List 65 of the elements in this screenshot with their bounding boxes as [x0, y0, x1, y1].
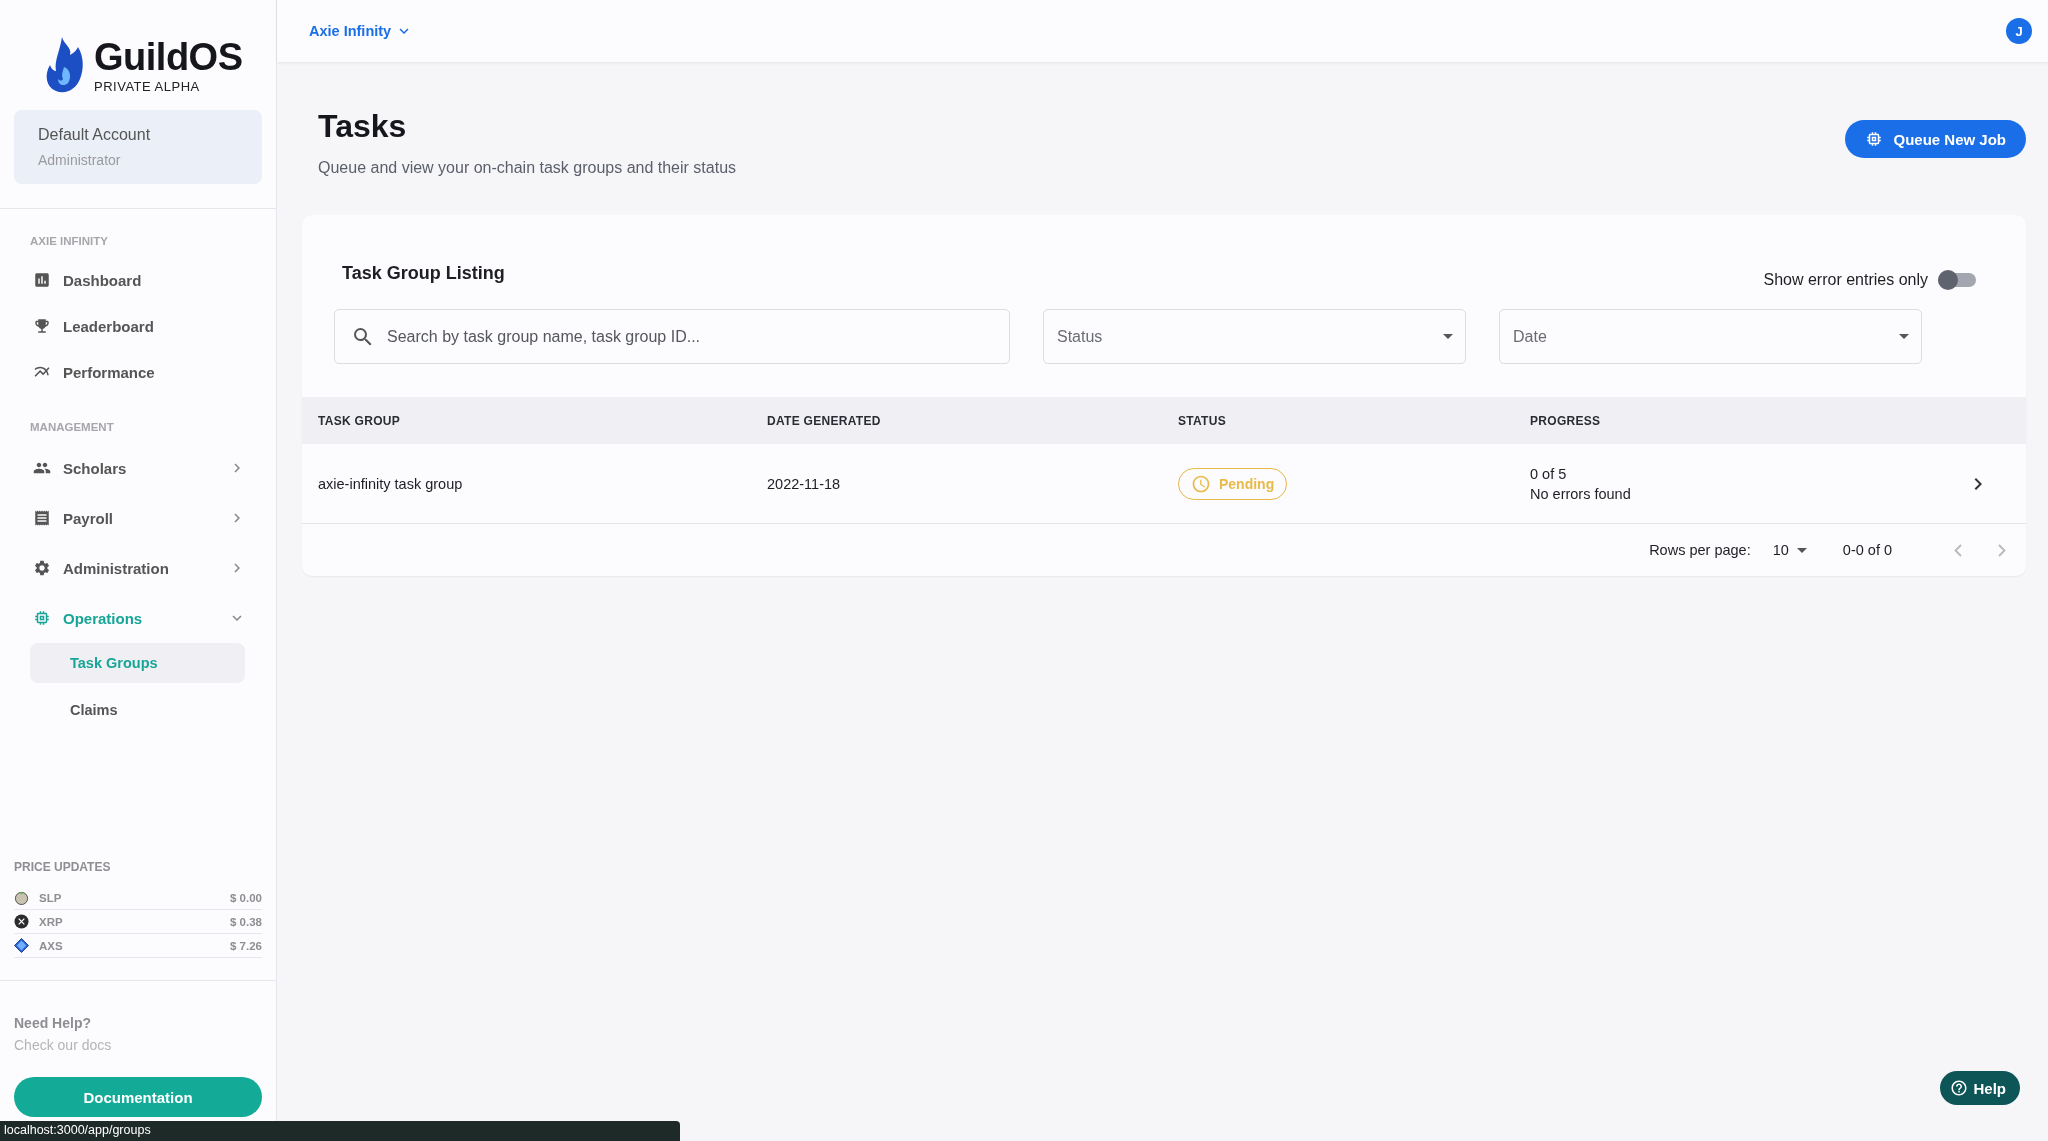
nav-section-title: AXIE INFINITY — [29, 235, 109, 247]
brand-subtitle: PRIVATE ALPHA — [94, 79, 201, 94]
nav-item[interactable]: Leaderboard — [0, 303, 276, 349]
card-title: Task Group Listing — [342, 262, 505, 284]
account-card[interactable]: Default Account Administrator — [14, 110, 262, 184]
rows-per-page-label: Rows per page: — [1649, 542, 1751, 558]
nav-item[interactable]: Dashboard — [0, 257, 276, 303]
price-updates-title: PRICE UPDATES — [13, 860, 112, 874]
nav-subitem[interactable]: Claims — [30, 690, 245, 730]
filter-select[interactable]: Status — [1043, 309, 1466, 364]
column-header: PROGRESS — [1530, 413, 1602, 428]
token-symbol: AXS — [39, 939, 64, 952]
filter-select[interactable]: Date — [1499, 309, 1922, 364]
nav-item[interactable]: Scholars — [0, 443, 276, 493]
help-button[interactable]: Help — [1940, 1071, 2020, 1105]
page-subtitle: Queue and view your on-chain task groups and their status — [318, 159, 737, 177]
flame-logo-icon — [44, 37, 84, 95]
nav-item[interactable]: Payroll — [0, 493, 276, 543]
user-avatar[interactable]: J — [2006, 18, 2032, 44]
account-role: Administrator — [38, 152, 122, 168]
account-name: Default Account — [38, 126, 152, 144]
error-toggle[interactable] — [1938, 273, 1976, 287]
page-range: 0-0 of 0 — [1842, 542, 1892, 558]
search-field[interactable]: Search by task group name, task group ID... — [334, 309, 1010, 364]
search-input[interactable]: Search by task group name, task group ID... — [385, 326, 993, 347]
dropdown-icon — [1796, 547, 1807, 553]
nav-item[interactable]: Administration — [0, 543, 276, 593]
chip-icon — [33, 609, 51, 627]
chevron-left-icon — [1954, 543, 1962, 557]
help-title: Need Help? — [14, 1015, 92, 1031]
chevron-right-icon — [1998, 543, 2006, 557]
nav-item[interactable]: Performance — [0, 349, 276, 395]
diamond-icon — [14, 938, 29, 953]
chip-icon — [1865, 130, 1884, 148]
dropdown-icon — [1443, 334, 1453, 339]
page-title: Tasks — [318, 108, 408, 145]
clock-icon — [1191, 473, 1211, 494]
x-coin-icon — [14, 914, 29, 929]
receipt-icon — [33, 509, 51, 527]
project-selector[interactable]: Axie Infinity — [309, 22, 414, 40]
table-cell-text: axie-infinity task group — [318, 475, 464, 492]
column-header: STATUS — [1178, 413, 1228, 428]
token-symbol: SLP — [39, 891, 63, 904]
queue-job-button[interactable]: Queue New Job — [1845, 120, 2026, 158]
column-header: DATE GENERATED — [767, 413, 882, 428]
toggle-label: Show error entries only — [1763, 271, 1928, 289]
token-price: $ 0.00 — [230, 891, 262, 904]
column-header: TASK GROUP — [318, 413, 402, 428]
token-price: $ 0.38 — [230, 915, 262, 928]
errors-text: No errors found — [1530, 485, 1632, 502]
settings-icon — [33, 559, 51, 577]
trophy-icon — [33, 317, 51, 335]
progress-text: 0 of 5 — [1530, 465, 1568, 482]
help-icon — [1950, 1079, 1969, 1097]
nav-section-title: MANAGEMENT — [29, 421, 115, 433]
rows-per-page-select[interactable]: 10 — [1766, 541, 1813, 559]
bag-icon — [14, 890, 29, 905]
token-price: $ 7.26 — [230, 939, 262, 952]
dropdown-icon — [1899, 334, 1909, 339]
bar-chart-icon — [33, 271, 51, 289]
brand-name: GuildOS — [94, 38, 243, 76]
token-symbol: XRP — [39, 915, 64, 928]
help-subtitle: Check our docs — [14, 1037, 113, 1053]
link-url-tooltip: localhost:3000/app/groups — [0, 1121, 680, 1141]
table-cell-text: 2022-11-18 — [767, 475, 842, 492]
